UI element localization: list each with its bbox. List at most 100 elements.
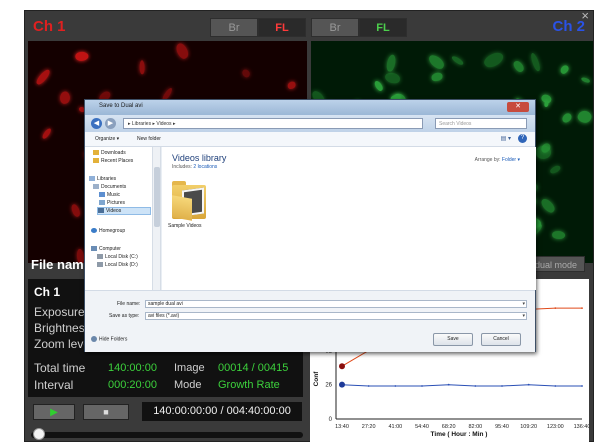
file-name-field[interactable]: sample dual avi ▾	[145, 300, 527, 308]
folder-front-shape	[172, 195, 192, 221]
computer-icon	[91, 246, 97, 252]
organize-menu[interactable]: Organize ▾	[95, 136, 119, 142]
data-point	[339, 363, 345, 370]
nav-item-local-disk-d[interactable]: Local Disk (D:)	[97, 262, 138, 268]
nav-item-recent-places[interactable]: Recent Places	[93, 158, 133, 164]
cell-blob	[139, 59, 145, 75]
save-type-select[interactable]: avi files (*.avi) ▾	[145, 312, 527, 320]
close-icon[interactable]: ×	[581, 8, 589, 23]
documents-icon	[93, 184, 99, 190]
help-icon[interactable]: ?	[518, 134, 527, 143]
nav-label: Computer	[99, 246, 121, 252]
new-folder-button[interactable]: New folder	[137, 136, 161, 142]
address-field[interactable]: ▸ Libraries ▸ Videos ▸	[123, 118, 423, 129]
nav-item-computer[interactable]: Computer	[91, 246, 121, 252]
cell-blob	[173, 41, 191, 61]
save-button[interactable]: Save	[433, 333, 473, 346]
chevron-down-icon[interactable]: ▾	[522, 313, 525, 320]
search-input[interactable]: Search Videos	[435, 118, 527, 129]
nav-item-downloads[interactable]: Downloads	[93, 150, 126, 156]
x-axis-label: Time ( Hour : Min )	[431, 431, 488, 438]
cell-blob	[544, 101, 549, 108]
hide-folders-toggle[interactable]: Hide Folders	[91, 336, 127, 342]
cell-blob	[384, 71, 401, 84]
libraries-icon	[89, 176, 95, 182]
app-header: Ch 1 Br FL Br FL Ch 2 ×	[25, 8, 593, 41]
disk-icon	[97, 262, 103, 268]
nav-label: Homegroup	[99, 228, 126, 234]
cell-blob	[529, 51, 542, 72]
back-arrow-icon[interactable]: ◀	[91, 118, 102, 129]
disk-icon	[97, 254, 103, 260]
downloads-icon	[93, 150, 99, 156]
hide-folders-label: Hide Folders	[99, 336, 128, 343]
chevron-down-icon[interactable]: ▾	[522, 301, 525, 308]
cell-blob	[450, 54, 465, 66]
play-button[interactable]: ▶	[33, 404, 75, 420]
nav-label: Recent Places	[101, 158, 134, 164]
navigation-scrollbar[interactable]	[153, 147, 161, 290]
nav-item-local-disk-c[interactable]: Local Disk (C:)	[97, 254, 138, 260]
cell-blob	[559, 63, 571, 76]
cell-blob	[35, 68, 52, 87]
data-point	[367, 385, 370, 387]
ch2-br-tab[interactable]: Br	[311, 18, 359, 37]
cancel-button[interactable]: Cancel	[481, 333, 521, 346]
nav-item-homegroup[interactable]: Homegroup	[91, 228, 125, 234]
nav-item-libraries[interactable]: Libraries	[89, 176, 116, 182]
folder-label[interactable]: Sample Videos	[168, 223, 202, 229]
ch1-br-tab[interactable]: Br	[210, 18, 258, 37]
cell-blob	[538, 197, 557, 215]
data-point	[581, 307, 583, 310]
data-point	[474, 385, 477, 387]
ch2-fl-tab[interactable]: FL	[359, 18, 407, 37]
timeline-slider-knob[interactable]	[33, 428, 46, 440]
dialog-close-button[interactable]: ✕	[507, 102, 529, 112]
homegroup-icon	[91, 228, 97, 234]
x-tick-label: 41:00	[388, 424, 402, 430]
cell-blob	[580, 76, 590, 84]
data-point	[581, 385, 583, 387]
image-counter: 00014 / 00415	[218, 362, 289, 374]
ch1-fl-tab[interactable]: FL	[258, 18, 306, 37]
file-name-value: sample dual avi	[148, 301, 183, 307]
includes-label: Includes:	[172, 164, 193, 170]
y-tick-label: 0	[329, 417, 333, 423]
library-includes: Includes: 2 locations	[172, 164, 217, 170]
cell-blob	[41, 126, 52, 140]
cell-blob	[511, 58, 525, 74]
navigation-scrollbar-thumb[interactable]	[154, 167, 160, 227]
channel-1-title: Ch 1	[33, 18, 66, 35]
data-point	[394, 385, 397, 387]
nav-item-music[interactable]: Music	[99, 192, 120, 198]
nav-label: Music	[107, 192, 121, 198]
file-name-label: File name:	[117, 301, 141, 307]
arrange-dropdown[interactable]: Folder ▾	[502, 157, 520, 163]
save-type-label: Save as type:	[109, 313, 140, 319]
forward-arrow-icon[interactable]: ▶	[105, 118, 116, 129]
dialog-title-bar: Save to Dual avi ✕	[85, 100, 535, 115]
nav-item-documents[interactable]: Documents	[93, 184, 126, 190]
nav-item-pictures[interactable]: Pictures	[99, 200, 125, 206]
data-point	[527, 383, 530, 386]
pictures-icon	[99, 200, 105, 206]
nav-label: Local Disk (C:)	[105, 254, 138, 260]
folder-icon[interactable]	[172, 179, 208, 221]
nav-label: Downloads	[101, 150, 126, 156]
brightness-label: Brightness	[34, 321, 91, 335]
views-icon[interactable]: ▤ ▾	[501, 135, 511, 142]
channel-2-mode-toggle: Br FL	[311, 18, 407, 37]
filename-label: File nam	[31, 257, 84, 272]
locations-link[interactable]: 2 locations	[193, 164, 217, 170]
data-point	[554, 385, 557, 387]
timeline-slider-track[interactable]	[31, 432, 303, 438]
nav-item-videos[interactable]: Videos	[97, 207, 151, 215]
cell-blob	[482, 49, 506, 71]
total-time-label: Total time	[34, 361, 86, 375]
cell-blob	[427, 53, 447, 72]
stop-button[interactable]: ■	[83, 404, 129, 420]
x-tick-label: 95:40	[495, 424, 509, 430]
cell-blob	[372, 79, 385, 93]
music-icon	[99, 192, 105, 198]
series-line	[341, 384, 582, 387]
